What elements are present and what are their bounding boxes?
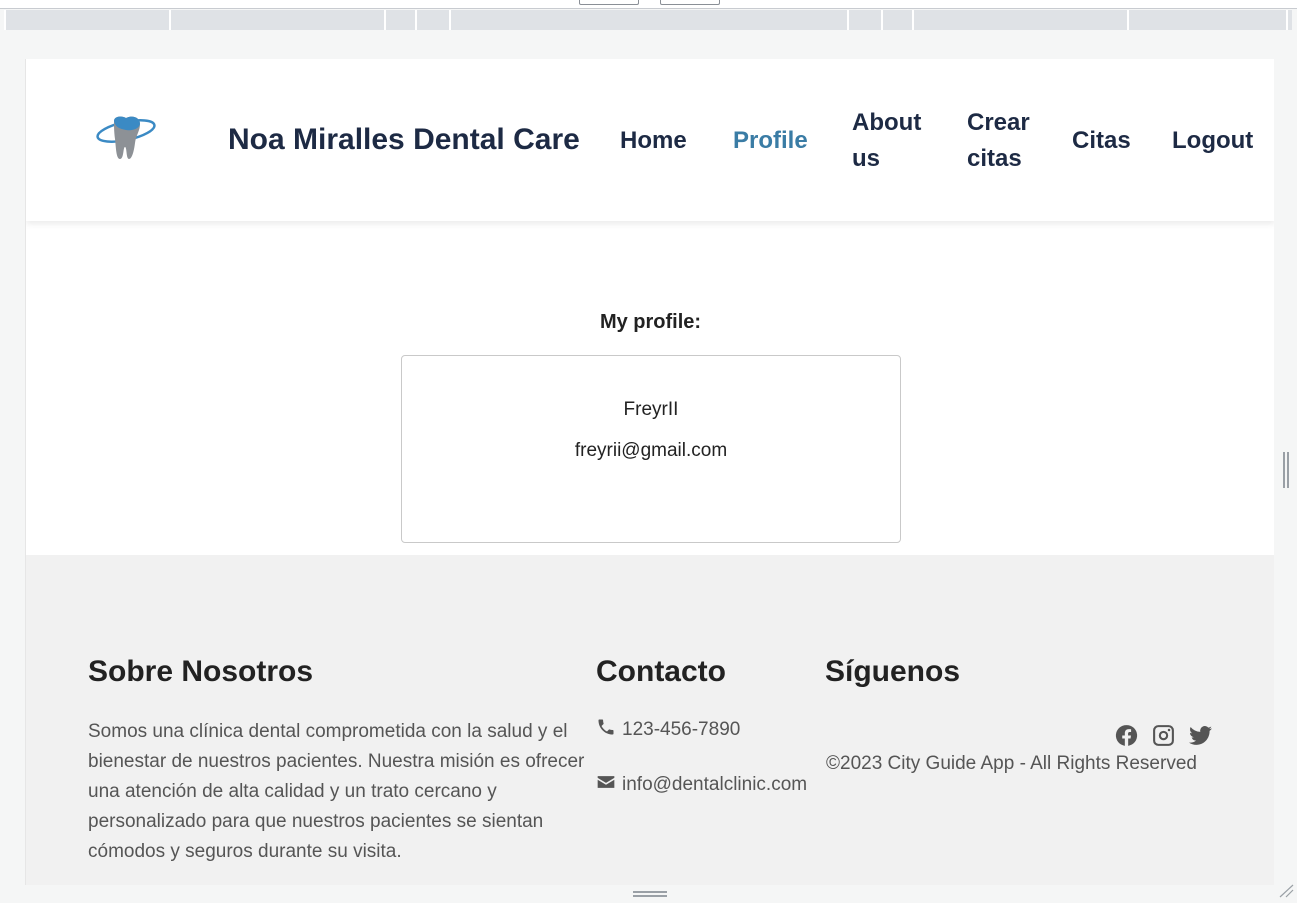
tooth-logo-icon[interactable] <box>96 115 158 163</box>
nav-link-profile[interactable]: Profile <box>733 123 808 159</box>
social-heading: Síguenos <box>825 655 961 688</box>
about-heading: Sobre Nosotros <box>88 655 314 688</box>
resize-grip-icon <box>1283 452 1289 488</box>
about-text: Somos una clínica dental comprometida co… <box>88 721 585 862</box>
responsive-toolbar <box>0 0 1297 32</box>
profile-card: FreyrII freyrii@gmail.com <box>401 355 901 543</box>
social-links <box>1114 723 1213 748</box>
nav-link-crear-citas[interactable]: Crear citas <box>967 105 1030 177</box>
ruler-handle[interactable] <box>579 0 639 5</box>
instagram-icon[interactable] <box>1151 723 1176 748</box>
phone-icon <box>596 717 616 743</box>
site-header: Noa Miralles Dental Care Home Profile Ab… <box>26 59 1274 221</box>
bottom-resize-grip-icon[interactable] <box>633 891 667 897</box>
profile-username: FreyrII <box>623 399 679 420</box>
corner-resize-icon[interactable] <box>1278 884 1294 898</box>
brand-title[interactable]: Noa Miralles Dental Care <box>228 123 580 157</box>
main-content: My profile: FreyrII freyrii@gmail.com <box>26 221 1274 555</box>
viewport-resize-handle[interactable] <box>1274 32 1297 900</box>
page-viewport: Noa Miralles Dental Care Home Profile Ab… <box>25 59 1274 885</box>
ruler-handle[interactable] <box>660 0 720 5</box>
site-footer: Sobre Nosotros Somos una clínica dental … <box>26 555 1274 885</box>
nav-link-citas[interactable]: Citas <box>1072 123 1131 159</box>
facebook-icon[interactable] <box>1114 723 1139 748</box>
nav-link-home[interactable]: Home <box>620 123 687 159</box>
envelope-icon <box>596 772 616 798</box>
twitter-icon[interactable] <box>1188 723 1213 748</box>
contact-heading: Contacto <box>596 655 726 688</box>
contact-phone[interactable]: 123-456-7890 <box>596 717 740 743</box>
media-query-ruler[interactable] <box>4 10 1292 30</box>
profile-email: freyrii@gmail.com <box>574 440 728 461</box>
ruler-top <box>0 0 1297 9</box>
copyright-text: ©2023 City Guide App - All Rights Reserv… <box>826 753 1197 774</box>
profile-title: My profile: <box>599 311 702 333</box>
nav-link-about-us[interactable]: About us <box>852 105 921 177</box>
nav-link-logout[interactable]: Logout <box>1172 123 1253 159</box>
contact-email[interactable]: info@dentalclinic.com <box>596 772 807 798</box>
